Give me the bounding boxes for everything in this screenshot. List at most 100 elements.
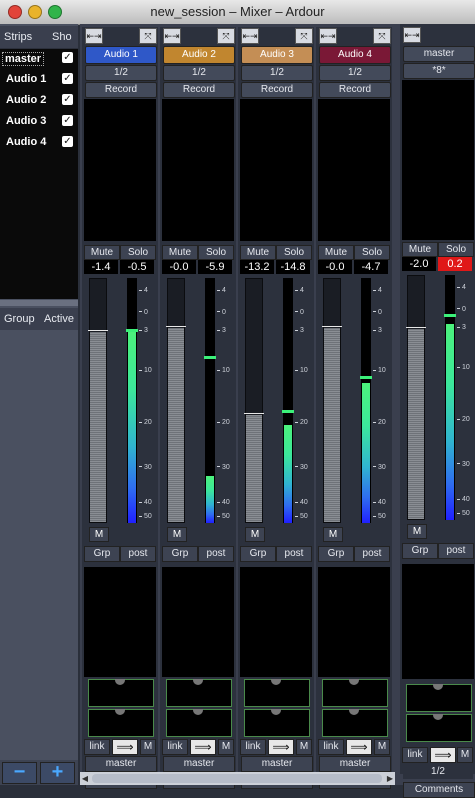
scroll-left-icon[interactable]: ◀ <box>80 772 90 785</box>
width-toggle-icon[interactable]: ⇤⇥ <box>403 27 421 43</box>
post-button[interactable]: post <box>276 546 312 562</box>
master-input-button[interactable]: *8* <box>403 63 475 79</box>
panner-direction-button[interactable]: ⟹ <box>112 739 138 755</box>
record-button[interactable]: Record <box>85 82 157 98</box>
post-redirect-box[interactable] <box>162 567 234 677</box>
width-toggle-icon[interactable]: ⇤⇥ <box>163 28 181 44</box>
gain-display[interactable]: -0.0 <box>162 260 196 274</box>
strip-name-button[interactable]: Audio 2 <box>163 46 235 64</box>
gain-display[interactable]: -0.0 <box>318 260 352 274</box>
pre-redirect-box[interactable] <box>84 99 156 241</box>
gain-fader[interactable] <box>244 278 264 523</box>
record-button[interactable]: Record <box>319 82 391 98</box>
panner-right[interactable] <box>322 709 388 737</box>
gain-display[interactable]: -1.4 <box>84 260 118 274</box>
meter-point-button[interactable]: M <box>323 527 343 542</box>
output-button[interactable]: master <box>319 756 391 772</box>
pane-divider[interactable] <box>0 300 78 306</box>
link-button[interactable]: link <box>402 747 428 763</box>
strips-list-item[interactable]: Audio 4 ✓ <box>0 133 78 153</box>
show-checkbox[interactable]: ✓ <box>62 136 73 147</box>
record-button[interactable]: Record <box>163 82 235 98</box>
strips-list-item[interactable]: Audio 1 ✓ <box>0 70 78 90</box>
pre-redirect-box[interactable] <box>162 99 234 241</box>
group-button[interactable]: Grp <box>240 546 276 562</box>
mute-button[interactable]: Mute <box>318 245 354 260</box>
group-column-header[interactable]: Group <box>4 313 35 325</box>
panner-left[interactable] <box>406 684 472 712</box>
pre-redirect-box[interactable] <box>240 99 312 241</box>
gain-fader[interactable] <box>406 275 426 520</box>
master-processor-box[interactable] <box>402 564 474 679</box>
gain-display[interactable]: -2.0 <box>402 257 436 271</box>
pre-redirect-box[interactable] <box>318 99 390 241</box>
input-button[interactable]: 1/2 <box>85 65 157 81</box>
solo-button[interactable]: Solo <box>438 242 474 257</box>
group-button[interactable]: Grp <box>402 543 438 559</box>
meter-point-button[interactable]: M <box>89 527 109 542</box>
group-list[interactable] <box>0 330 78 760</box>
show-column-header[interactable]: Sho <box>52 31 72 43</box>
show-checkbox[interactable]: ✓ <box>62 94 73 105</box>
strips-list-item[interactable]: master ✓ <box>0 49 78 69</box>
comments-button[interactable]: Comments <box>403 782 475 798</box>
master-redirect-box[interactable] <box>402 80 474 240</box>
output-button[interactable]: master <box>163 756 235 772</box>
link-button[interactable]: link <box>162 739 188 755</box>
master-name-button[interactable]: master <box>403 46 475 62</box>
panner-left[interactable] <box>322 679 388 707</box>
link-button[interactable]: link <box>240 739 266 755</box>
input-button[interactable]: 1/2 <box>241 65 313 81</box>
input-button[interactable]: 1/2 <box>319 65 391 81</box>
gain-fader[interactable] <box>88 278 108 523</box>
master-output[interactable]: 1/2 <box>403 765 473 779</box>
add-group-button[interactable]: + <box>40 762 75 784</box>
panner-left[interactable] <box>166 679 232 707</box>
active-column-header[interactable]: Active <box>44 313 74 325</box>
panner-direction-button[interactable]: ⟹ <box>346 739 372 755</box>
solo-button[interactable]: Solo <box>276 245 312 260</box>
width-toggle-icon[interactable]: ⇤⇥ <box>319 28 337 44</box>
width-toggle-icon[interactable]: ⇤⇥ <box>241 28 259 44</box>
strips-list-item[interactable]: Audio 3 ✓ <box>0 112 78 132</box>
meter-point-button[interactable]: M <box>407 524 427 539</box>
post-redirect-box[interactable] <box>318 567 390 677</box>
group-button[interactable]: Grp <box>84 546 120 562</box>
width-toggle-icon[interactable]: ⇤⇥ <box>85 28 103 44</box>
strip-name-button[interactable]: Audio 3 <box>241 46 313 64</box>
link-button[interactable]: link <box>84 739 110 755</box>
panner-direction-button[interactable]: ⟹ <box>430 747 456 763</box>
peak-display[interactable]: -4.7 <box>354 260 388 274</box>
post-redirect-box[interactable] <box>84 567 156 677</box>
panner-right[interactable] <box>244 709 310 737</box>
input-button[interactable]: 1/2 <box>163 65 235 81</box>
record-button[interactable]: Record <box>241 82 313 98</box>
strip-name-button[interactable]: Audio 1 <box>85 46 157 64</box>
hide-strip-icon[interactable]: ⤧ <box>139 28 157 44</box>
horizontal-scrollbar[interactable]: ◀ ▶ <box>80 772 395 785</box>
output-button[interactable]: master <box>241 756 313 772</box>
post-button[interactable]: post <box>438 543 474 559</box>
peak-display[interactable]: -14.8 <box>276 260 310 274</box>
mute-button[interactable]: Mute <box>402 242 438 257</box>
panner-direction-button[interactable]: ⟹ <box>190 739 216 755</box>
group-button[interactable]: Grp <box>162 546 198 562</box>
show-checkbox[interactable]: ✓ <box>62 73 73 84</box>
meter-point-button[interactable]: M <box>167 527 187 542</box>
meter-point-button[interactable]: M <box>245 527 265 542</box>
solo-button[interactable]: Solo <box>198 245 234 260</box>
panner-direction-button[interactable]: ⟹ <box>268 739 294 755</box>
post-button[interactable]: post <box>198 546 234 562</box>
post-button[interactable]: post <box>120 546 156 562</box>
group-button[interactable]: Grp <box>318 546 354 562</box>
hide-strip-icon[interactable]: ⤧ <box>295 28 313 44</box>
meter-m-button[interactable]: M <box>296 739 312 755</box>
strips-column-header[interactable]: Strips <box>4 31 32 43</box>
panner-right[interactable] <box>406 714 472 742</box>
post-button[interactable]: post <box>354 546 390 562</box>
panner-right[interactable] <box>88 709 154 737</box>
remove-group-button[interactable]: − <box>2 762 37 784</box>
meter-m-button[interactable]: M <box>140 739 156 755</box>
peak-display[interactable]: 0.2 <box>438 257 472 271</box>
link-button[interactable]: link <box>318 739 344 755</box>
